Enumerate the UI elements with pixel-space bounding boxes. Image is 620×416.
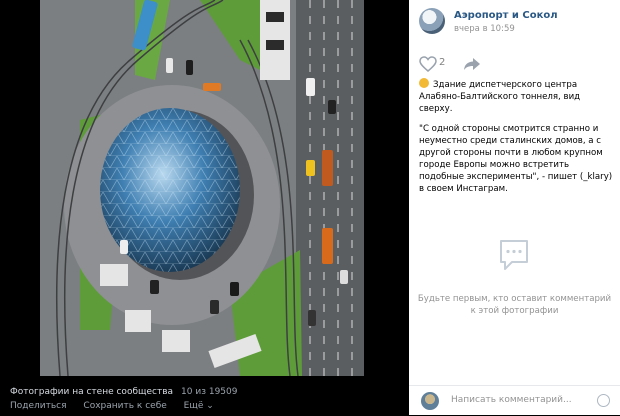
share-arrow-icon [464,58,480,70]
photo-viewer: Фотографии на стене сообщества 10 из 1950… [0,0,409,415]
comment-bar: Написать комментарий... [409,385,620,416]
more-menu[interactable]: Ещё ⌄ [184,401,214,411]
community-name[interactable]: Аэропорт и Сокол [454,10,558,21]
heart-icon [419,56,437,72]
save-link[interactable]: Сохранить к себе [83,401,166,411]
caption-title: Здание диспетчерского центра Алабяно-Бал… [419,80,581,114]
post-date[interactable]: вчера в 10:59 [454,24,515,34]
emoji-picker-icon[interactable] [597,394,610,407]
photo-counter: 10 из 19509 [181,387,238,397]
share-button[interactable] [463,56,483,72]
like-button[interactable]: 2 [419,56,459,72]
album-info: Фотографии на стене сообщества 10 из 1950… [10,387,237,397]
photo-footer: Фотографии на стене сообщества 10 из 1950… [0,376,409,415]
post-panel: Аэропорт и Сокол вчера в 10:59 2 Здание … [409,0,620,415]
comments-empty-icon [498,238,530,272]
aerial-photo-drawing [40,0,364,376]
emoji-icon [419,78,429,88]
post-header: Аэропорт и Сокол вчера в 10:59 [409,0,620,42]
post-caption: Здание диспетчерского центра Алабяно-Бал… [419,78,615,203]
aerial-photo[interactable] [40,0,364,376]
caption-quote: "С одной стороны смотрится странно и неу… [419,124,613,194]
community-avatar[interactable] [419,8,445,34]
comment-input[interactable]: Написать комментарий... [451,395,572,405]
share-link[interactable]: Поделиться [10,401,67,411]
photo-actions: Поделиться Сохранить к себе Ещё ⌄ [10,401,228,411]
user-avatar [421,392,439,410]
comments-empty-text: Будьте первым, кто оставит комментарий к… [417,294,612,316]
like-count: 2 [439,57,446,68]
album-link[interactable]: Фотографии на стене сообщества [10,387,173,397]
